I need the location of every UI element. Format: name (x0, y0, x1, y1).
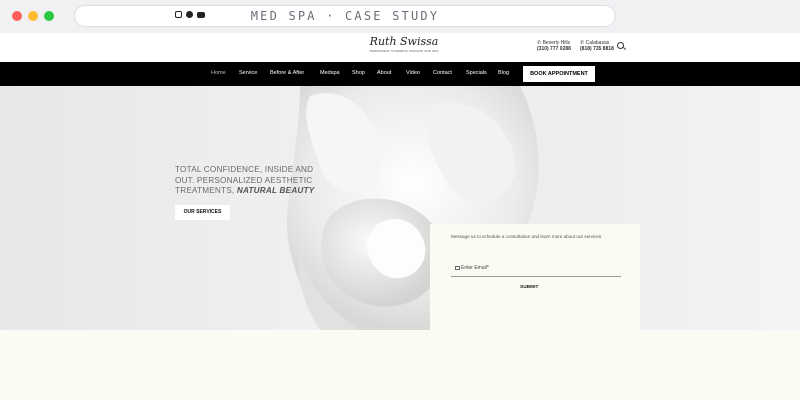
nav-item-blog[interactable]: Blog (498, 70, 509, 76)
email-input[interactable] (461, 262, 621, 274)
location-phone: (818) 735 8818 (580, 46, 614, 52)
flower-image (286, 86, 539, 330)
input-underline (451, 276, 621, 277)
nav-item-contact[interactable]: Contact (433, 70, 452, 76)
form-message: Message us to schedule a consultation an… (451, 234, 602, 239)
minimize-window-icon[interactable] (28, 11, 38, 21)
nav-item-video[interactable]: Video (406, 70, 420, 76)
browser-chrome: MED SPA · CASE STUDY (0, 0, 800, 33)
close-window-icon[interactable] (12, 11, 22, 21)
search-icon[interactable] (617, 42, 624, 49)
submit-button[interactable]: SUBMIT (520, 285, 538, 290)
nav-item-specials[interactable]: Specials (466, 70, 487, 76)
nav-item-medspa[interactable]: Medspa (320, 70, 340, 76)
social-links (175, 11, 205, 18)
location-beverly-hills[interactable]: ✆ Beverly Hills (310) 777 0288 (537, 40, 571, 52)
hero-headline: TOTAL CONFIDENCE, INSIDE AND OUT. PERSON… (175, 165, 315, 197)
address-bar[interactable]: MED SPA · CASE STUDY (74, 5, 616, 27)
nav-item-about[interactable]: About (377, 70, 391, 76)
location-calabasas[interactable]: ✆ Calabasas (818) 735 8818 (580, 40, 614, 52)
book-appointment-button[interactable]: BOOK APPOINTMENT (523, 66, 595, 82)
main-nav: Home Service Before & After Medspa Shop … (0, 62, 800, 86)
maximize-window-icon[interactable] (44, 11, 54, 21)
logo-script: Ruth Swissa (369, 35, 439, 48)
logo-tagline: PERMANENT COSMETIC MAKEUP AND SPA (369, 49, 439, 53)
hero-section (0, 86, 800, 330)
youtube-icon[interactable] (197, 12, 205, 18)
envelope-icon (455, 266, 460, 270)
consultation-form (430, 224, 640, 334)
our-services-button[interactable]: OUR SERVICES (175, 205, 230, 220)
facebook-icon[interactable] (186, 11, 193, 18)
nav-item-shop[interactable]: Shop (352, 70, 365, 76)
hero-headline-emphasis: NATURAL BEAUTY (236, 186, 315, 195)
location-phone: (310) 777 0288 (537, 46, 571, 52)
nav-item-home[interactable]: Home (211, 70, 226, 76)
nav-item-service[interactable]: Service (239, 70, 257, 76)
instagram-icon[interactable] (175, 11, 182, 18)
brand-logo[interactable]: Ruth Swissa PERMANENT COSMETIC MAKEUP AN… (366, 36, 442, 58)
nav-item-before-after[interactable]: Before & After (270, 70, 304, 76)
